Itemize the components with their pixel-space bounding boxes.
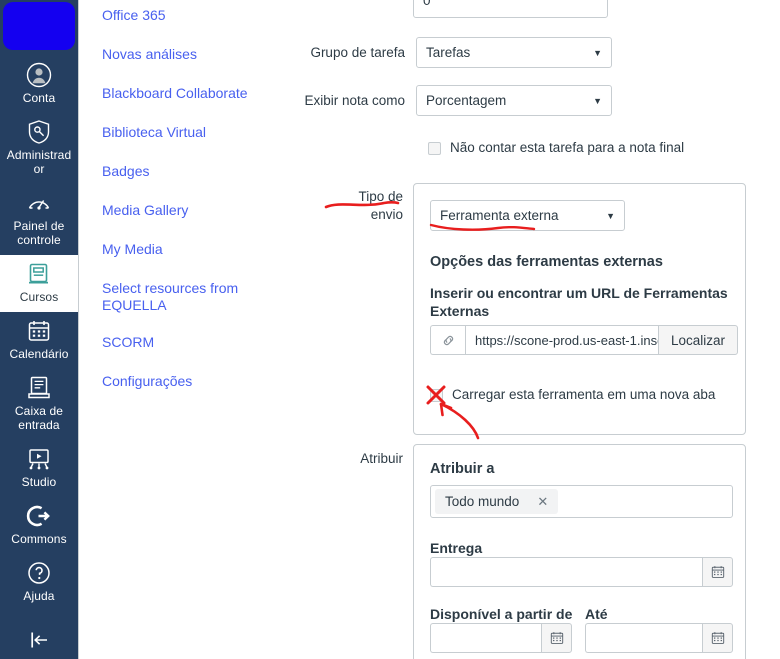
coursenav-item-media-gallery[interactable]: Media Gallery <box>92 197 292 224</box>
coursenav-divider <box>78 0 79 659</box>
globalnav-label: Cursos <box>19 290 59 304</box>
due-date-value <box>431 559 447 571</box>
load-in-new-tab-row[interactable]: Carregar esta ferramenta em uma nova aba <box>430 388 715 402</box>
coursenav-item-biblioteca-virtual[interactable]: Biblioteca Virtual <box>92 119 292 146</box>
globalnav-item-caixa-de-entrada[interactable]: Caixa de entrada <box>0 369 78 440</box>
globalnav-label: Ajuda <box>23 589 55 603</box>
display-grade-as-select[interactable]: Porcentagem ▼ <box>416 85 612 116</box>
commons-arrow-icon <box>26 503 52 529</box>
calendar-picker-icon[interactable] <box>702 623 733 653</box>
studio-video-icon <box>26 446 52 472</box>
coursenav-item-office-365[interactable]: Office 365 <box>92 2 292 29</box>
display-grade-as-label: Exibir nota como <box>304 93 405 108</box>
globalnav-label: Calendário <box>9 347 69 361</box>
globalnav-label: Commons <box>11 532 67 546</box>
points-input[interactable]: 0 <box>413 0 608 18</box>
assign-to-pill[interactable]: Todo mundo ✕ <box>435 489 559 514</box>
submission-type-select[interactable]: Ferramenta externa ▼ <box>430 200 625 231</box>
assignment-group-value: Tarefas <box>426 45 471 60</box>
global-navigation: Conta Administrador Painel de controle C… <box>0 0 78 659</box>
available-from-input[interactable] <box>430 623 541 653</box>
until-value <box>586 625 602 637</box>
display-grade-as-value: Porcentagem <box>426 93 507 108</box>
due-label: Entrega <box>430 540 483 556</box>
assignment-group-label: Grupo de tarefa <box>310 45 405 60</box>
coursenav-item-scorm[interactable]: SCORM <box>92 329 292 356</box>
help-question-icon <box>26 560 52 586</box>
coursenav-item-novas-analises[interactable]: Novas análises <box>92 41 292 68</box>
globalnav-item-administrador[interactable]: Administrador <box>0 113 78 184</box>
collapse-left-icon <box>26 627 52 653</box>
until-field[interactable] <box>585 623 733 653</box>
coursenav-item-my-media[interactable]: My Media <box>92 236 292 263</box>
until-label: Até <box>585 606 608 622</box>
admin-shield-wrench-icon <box>26 119 52 145</box>
submission-type-label: Tipo de envio <box>358 189 403 222</box>
external-tool-url-group: https://scone-prod.us-east-1.insop Local… <box>430 325 738 355</box>
inbox-icon <box>26 375 52 401</box>
globalnav-label: Caixa de entrada <box>14 404 64 432</box>
external-tool-options-heading: Opções das ferramentas externas <box>430 254 663 270</box>
submission-type-panel: Ferramenta externa ▼ Opções das ferramen… <box>413 183 746 435</box>
omit-from-final-grade-row[interactable]: Não contar esta tarefa para a nota final <box>428 141 684 155</box>
calendar-icon <box>26 318 52 344</box>
globalnav-item-cursos[interactable]: Cursos <box>0 255 78 312</box>
globalnav-item-painel-de-controle[interactable]: Painel de controle <box>0 184 78 255</box>
globalnav-item-commons[interactable]: Commons <box>0 497 78 554</box>
globalnav-item-conta[interactable]: Conta <box>0 56 78 113</box>
assignment-group-row: Grupo de tarefa Tarefas ▼ <box>300 37 612 68</box>
display-grade-as-row: Exibir nota como Porcentagem ▼ <box>300 85 612 116</box>
external-tool-url-input[interactable]: https://scone-prod.us-east-1.insop <box>465 325 658 355</box>
account-avatar-icon <box>26 62 52 88</box>
screen: Conta Administrador Painel de controle C… <box>0 0 780 659</box>
calendar-picker-icon[interactable] <box>702 557 733 587</box>
dashboard-gauge-icon <box>26 190 52 216</box>
globalnav-item-studio[interactable]: Studio <box>0 440 78 497</box>
coursenav-item-configuracoes[interactable]: Configurações <box>92 368 292 395</box>
due-date-input[interactable] <box>430 557 702 587</box>
load-in-new-tab-checkbox[interactable] <box>430 388 443 402</box>
chevron-down-icon: ▼ <box>606 210 615 221</box>
external-tool-url-subheading: Inserir ou encontrar um URL de Ferrament… <box>430 285 728 319</box>
coursenav-item-badges[interactable]: Badges <box>92 158 292 185</box>
courses-book-icon <box>26 261 52 287</box>
assignment-group-select[interactable]: Tarefas ▼ <box>416 37 612 68</box>
globalnav-label: Studio <box>21 475 57 489</box>
coursenav-item-select-resources-from-equella[interactable]: Select resources from EQUELLA <box>92 275 292 319</box>
globalnav-item-calendario[interactable]: Calendário <box>0 312 78 369</box>
coursenav-item-blackboard-collaborate[interactable]: Blackboard Collaborate <box>92 80 292 107</box>
course-navigation-list: Office 365 Novas análises Blackboard Col… <box>92 0 292 407</box>
assign-to-pill-label: Todo mundo <box>445 494 520 509</box>
find-button[interactable]: Localizar <box>657 325 738 355</box>
available-from-label: Disponível a partir de <box>430 606 573 622</box>
assign-panel: Atribuir a Todo mundo ✕ Entrega Disponív… <box>413 444 746 659</box>
external-tool-url-value: https://scone-prod.us-east-1.insop <box>475 332 658 348</box>
link-chain-icon <box>430 325 465 355</box>
chevron-down-icon: ▼ <box>593 47 602 58</box>
available-from-value <box>431 625 447 637</box>
omit-from-final-grade-checkbox[interactable] <box>428 141 441 155</box>
logo-redaction-box <box>3 2 75 50</box>
assign-label: Atribuir <box>360 451 403 466</box>
close-x-icon[interactable]: ✕ <box>537 494 548 510</box>
points-value: 0 <box>423 0 431 8</box>
load-in-new-tab-label: Carregar esta ferramenta em uma nova aba <box>452 387 716 402</box>
globalnav-collapse-button[interactable] <box>0 621 78 659</box>
calendar-picker-icon[interactable] <box>541 623 572 653</box>
globalnav-label: Conta <box>22 91 56 105</box>
assign-to-field[interactable]: Todo mundo ✕ <box>430 485 733 518</box>
available-from-field[interactable] <box>430 623 572 653</box>
omit-from-final-grade-label: Não contar esta tarefa para a nota final <box>450 140 685 155</box>
submission-type-value: Ferramenta externa <box>440 208 559 223</box>
globalnav-label: Painel de controle <box>13 219 65 247</box>
globalnav-label: Administrador <box>6 148 72 176</box>
assign-to-heading: Atribuir a <box>430 461 495 477</box>
due-date-field[interactable] <box>430 557 733 587</box>
chevron-down-icon: ▼ <box>593 95 602 106</box>
globalnav-item-ajuda[interactable]: Ajuda <box>0 554 78 611</box>
until-input[interactable] <box>585 623 702 653</box>
